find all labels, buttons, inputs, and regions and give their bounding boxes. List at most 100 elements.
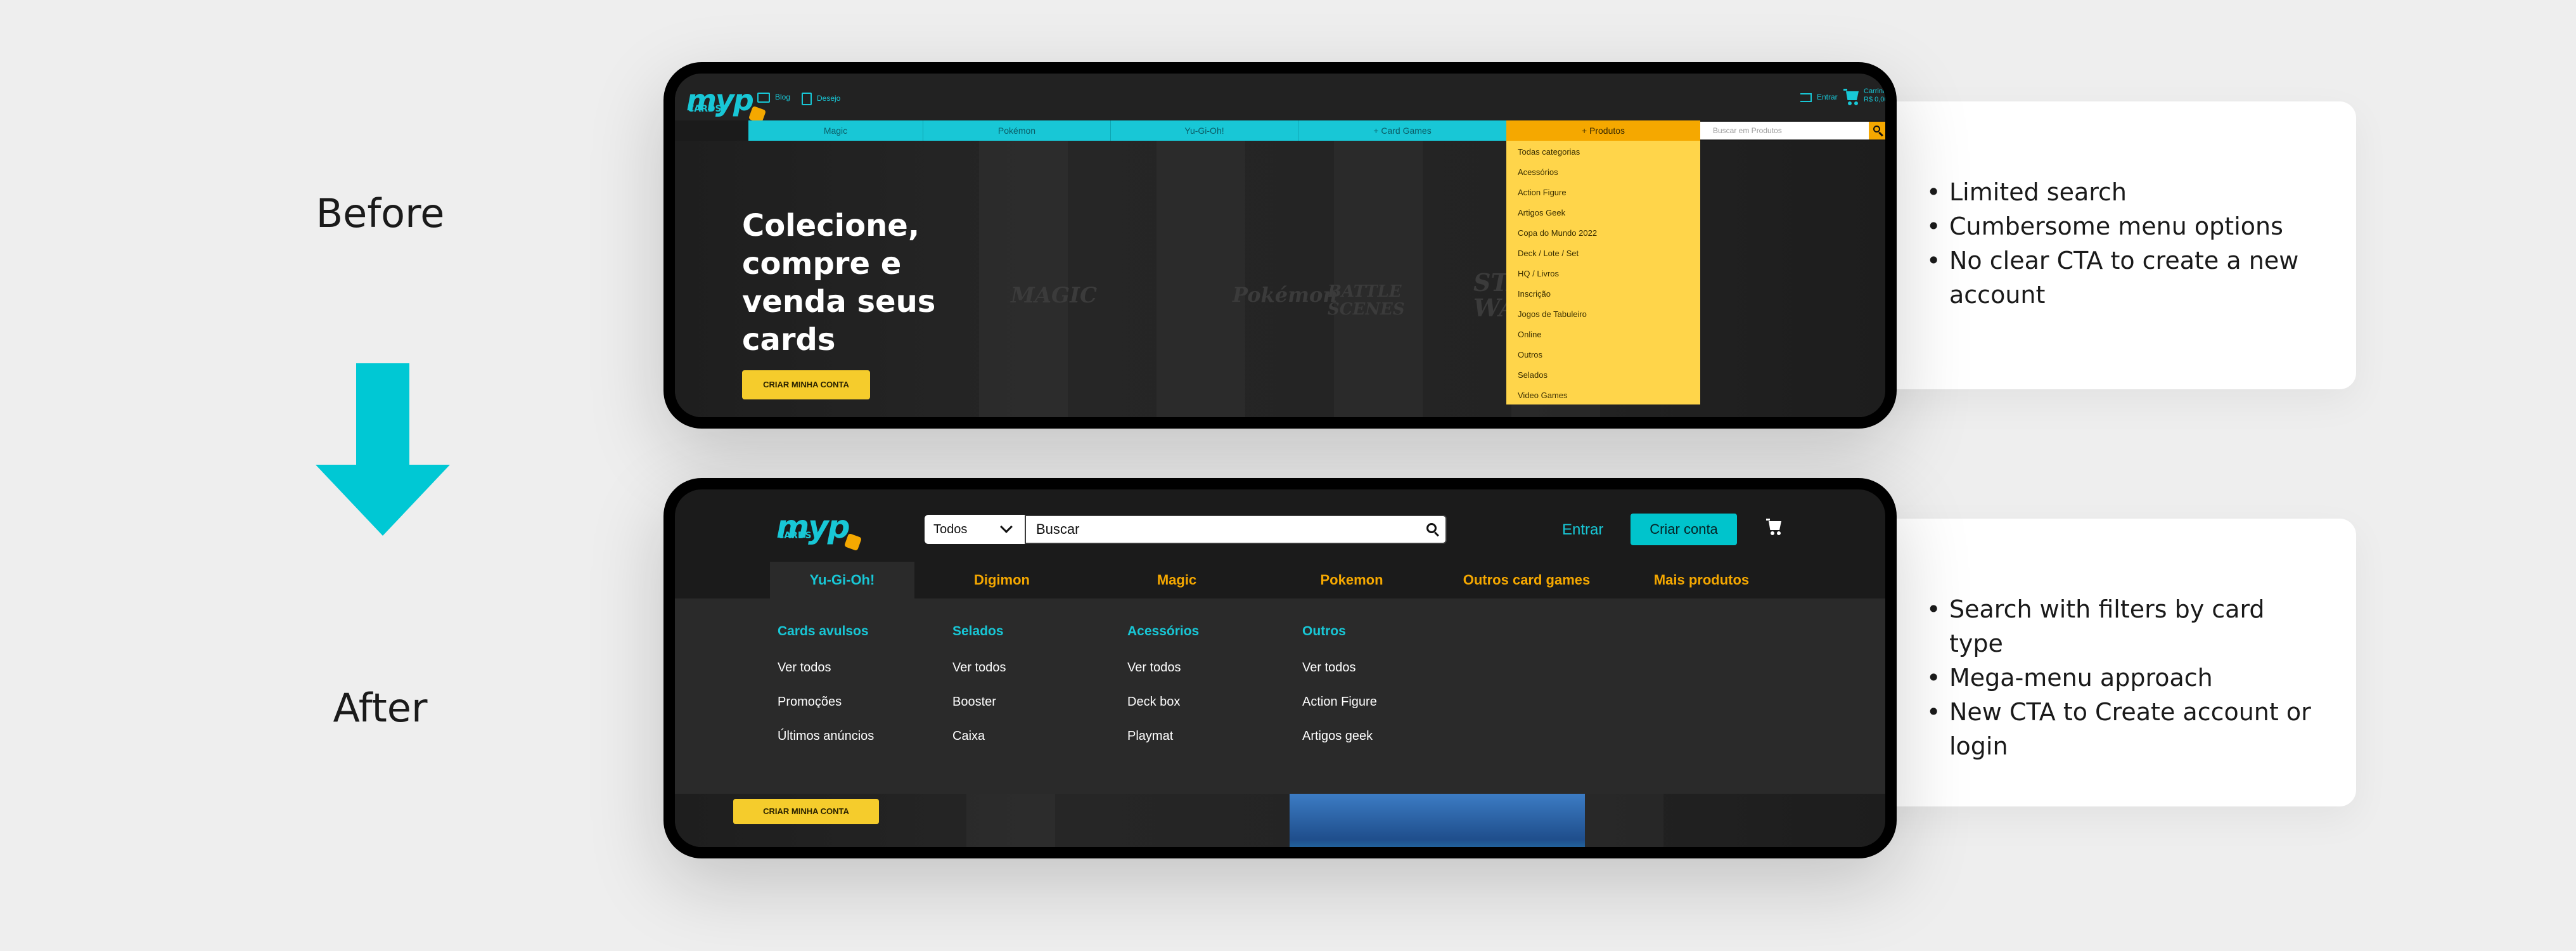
mega-column-title[interactable]: Outros [1302, 624, 1346, 639]
note-item: Mega-menu approach [1926, 661, 2318, 695]
login-label: Entrar [1817, 93, 1838, 101]
logo[interactable]: myp CARDS [686, 86, 766, 124]
tab-more-products[interactable]: Mais produtos [1614, 562, 1789, 600]
nav-magic[interactable]: Magic [748, 120, 923, 141]
mega-column-title[interactable]: Selados [952, 624, 1004, 639]
nav-card-games[interactable]: + Card Games [1298, 120, 1506, 141]
dropdown-item[interactable]: HQ / Livros [1518, 269, 1559, 278]
search-input[interactable]: Buscar [1025, 515, 1447, 544]
create-account-cta[interactable]: CRIAR MINHA CONTA [742, 370, 870, 399]
mega-menu-link[interactable]: Promoções [778, 695, 842, 709]
tab-digimon[interactable]: Digimon [914, 562, 1089, 600]
dropdown-item[interactable]: Video Games [1518, 391, 1568, 400]
hand-icon [844, 533, 862, 552]
nav-yugioh[interactable]: Yu-Gi-Oh! [1111, 120, 1298, 141]
hero-title: Colecione, compre e venda seus cards [742, 208, 936, 358]
create-account-cta[interactable]: CRIAR MINHA CONTA [733, 799, 879, 824]
login-link[interactable]: Entrar [1800, 93, 1838, 102]
mega-column-title[interactable]: Acessórios [1127, 624, 1199, 639]
cart-label: Carrinho [1864, 87, 1885, 95]
mega-menu-link[interactable]: Ver todos [1127, 661, 1181, 675]
down-arrow-head [316, 465, 450, 536]
blog-icon [757, 93, 770, 103]
hero-card-art [1290, 794, 1585, 847]
before-label: Before [316, 190, 445, 236]
mega-menu-link[interactable]: Action Figure [1302, 695, 1377, 709]
chevron-down-icon [1000, 521, 1013, 533]
category-nav: Magic Pokémon Yu-Gi-Oh! + Card Games [748, 120, 1506, 141]
bg-logo-pokemon: Pokémon [1233, 283, 1338, 307]
search-icon[interactable] [1426, 523, 1437, 533]
notes-after-card: Search with filters by card type Mega-me… [1857, 519, 2356, 806]
nav-pokemon[interactable]: Pokémon [923, 120, 1111, 141]
notes-before-card: Limited search Cumbersome menu options N… [1857, 101, 2356, 389]
bg-logo-battle-scenes: BATTLE SCENES [1328, 282, 1405, 319]
mega-menu-link[interactable]: Ver todos [778, 661, 831, 675]
tab-yugioh[interactable]: Yu-Gi-Oh! [770, 562, 914, 600]
after-label: After [333, 685, 428, 731]
desejo-label: Desejo [817, 94, 841, 103]
mega-menu-link[interactable]: Ver todos [952, 661, 1006, 675]
down-arrow-icon [356, 363, 409, 466]
dropdown-item[interactable]: Outros [1518, 350, 1542, 359]
note-item: Cumbersome menu options [1926, 209, 2318, 243]
dropdown-item[interactable]: Acessórios [1518, 167, 1558, 177]
category-filter-select[interactable]: Todos [925, 515, 1025, 544]
before-screen: MAGIC Pokémon BATTLE SCENES STAR WARS my… [675, 74, 1885, 417]
note-item: Search with filters by card type [1926, 592, 2318, 661]
dropdown-item[interactable]: Action Figure [1518, 188, 1567, 197]
dropdown-item[interactable]: Copa do Mundo 2022 [1518, 228, 1597, 238]
hero-strip [1575, 794, 1663, 847]
mega-menu-link[interactable]: Últimos anúncios [778, 729, 874, 744]
bg-logo-magic: MAGIC [1011, 283, 1098, 308]
tab-other-card-games[interactable]: Outros card games [1439, 562, 1614, 600]
hero-strip [1157, 141, 1245, 417]
mega-menu-link[interactable]: Deck box [1127, 695, 1180, 709]
wishlist-icon [802, 93, 812, 105]
before-device: MAGIC Pokémon BATTLE SCENES STAR WARS my… [663, 62, 1897, 429]
cart-total: R$ 0,00 [1864, 96, 1885, 103]
blog-link[interactable]: Blog [757, 93, 790, 103]
note-item: No clear CTA to create a new account [1926, 243, 2318, 312]
mega-menu-link[interactable]: Artigos geek [1302, 729, 1373, 744]
note-item: New CTA to Create account or login [1926, 695, 2318, 763]
login-link[interactable]: Entrar [1562, 521, 1603, 539]
logo-subtext: CARDS [778, 531, 812, 541]
tab-pokemon[interactable]: Pokemon [1264, 562, 1439, 600]
cart-icon[interactable] [1843, 89, 1861, 107]
products-menu[interactable]: + Produtos [1506, 120, 1700, 141]
dropdown-item[interactable]: Deck / Lote / Set [1518, 249, 1579, 258]
cart-info[interactable]: Carrinho R$ 0,00 [1864, 87, 1885, 104]
dropdown-item[interactable]: Online [1518, 330, 1542, 339]
tab-magic[interactable]: Magic [1089, 562, 1264, 600]
create-account-button[interactable]: Criar conta [1631, 514, 1737, 545]
search-button[interactable] [1869, 122, 1885, 139]
note-item: Limited search [1926, 175, 2318, 209]
hero-strip [966, 794, 1055, 847]
dropdown-item[interactable]: Todas categorias [1518, 147, 1580, 157]
blog-label: Blog [775, 93, 791, 102]
desejo-link[interactable]: Desejo [802, 93, 840, 105]
dropdown-item[interactable]: Selados [1518, 370, 1548, 380]
search-input[interactable]: Buscar em Produtos [1700, 122, 1869, 139]
logo-subtext: CARDS [688, 104, 722, 114]
after-screen: CRIAR MINHA CONTA myp CARDS Todos Buscar… [675, 489, 1885, 847]
hero-strip [1334, 141, 1423, 417]
after-device: CRIAR MINHA CONTA myp CARDS Todos Buscar… [663, 478, 1897, 858]
top-bar [675, 74, 1885, 120]
dropdown-item[interactable]: Inscrição [1518, 289, 1551, 299]
products-dropdown: Todas categorias Acessórios Action Figur… [1506, 141, 1700, 404]
mega-menu-link[interactable]: Playmat [1127, 729, 1173, 744]
mega-menu: Cards avulsos Ver todos Promoções Último… [675, 598, 1885, 794]
hero-strip [979, 141, 1068, 417]
dropdown-item[interactable]: Jogos de Tabuleiro [1518, 309, 1587, 319]
mega-menu-link[interactable]: Booster [952, 695, 996, 709]
mega-column-title[interactable]: Cards avulsos [778, 624, 869, 639]
cart-icon[interactable] [1766, 519, 1785, 538]
dropdown-item[interactable]: Artigos Geek [1518, 208, 1565, 217]
mega-menu-link[interactable]: Ver todos [1302, 661, 1356, 675]
search-icon [1873, 126, 1880, 133]
logo[interactable]: myp CARDS [776, 511, 862, 552]
mega-menu-link[interactable]: Caixa [952, 729, 985, 744]
login-icon [1800, 93, 1812, 102]
